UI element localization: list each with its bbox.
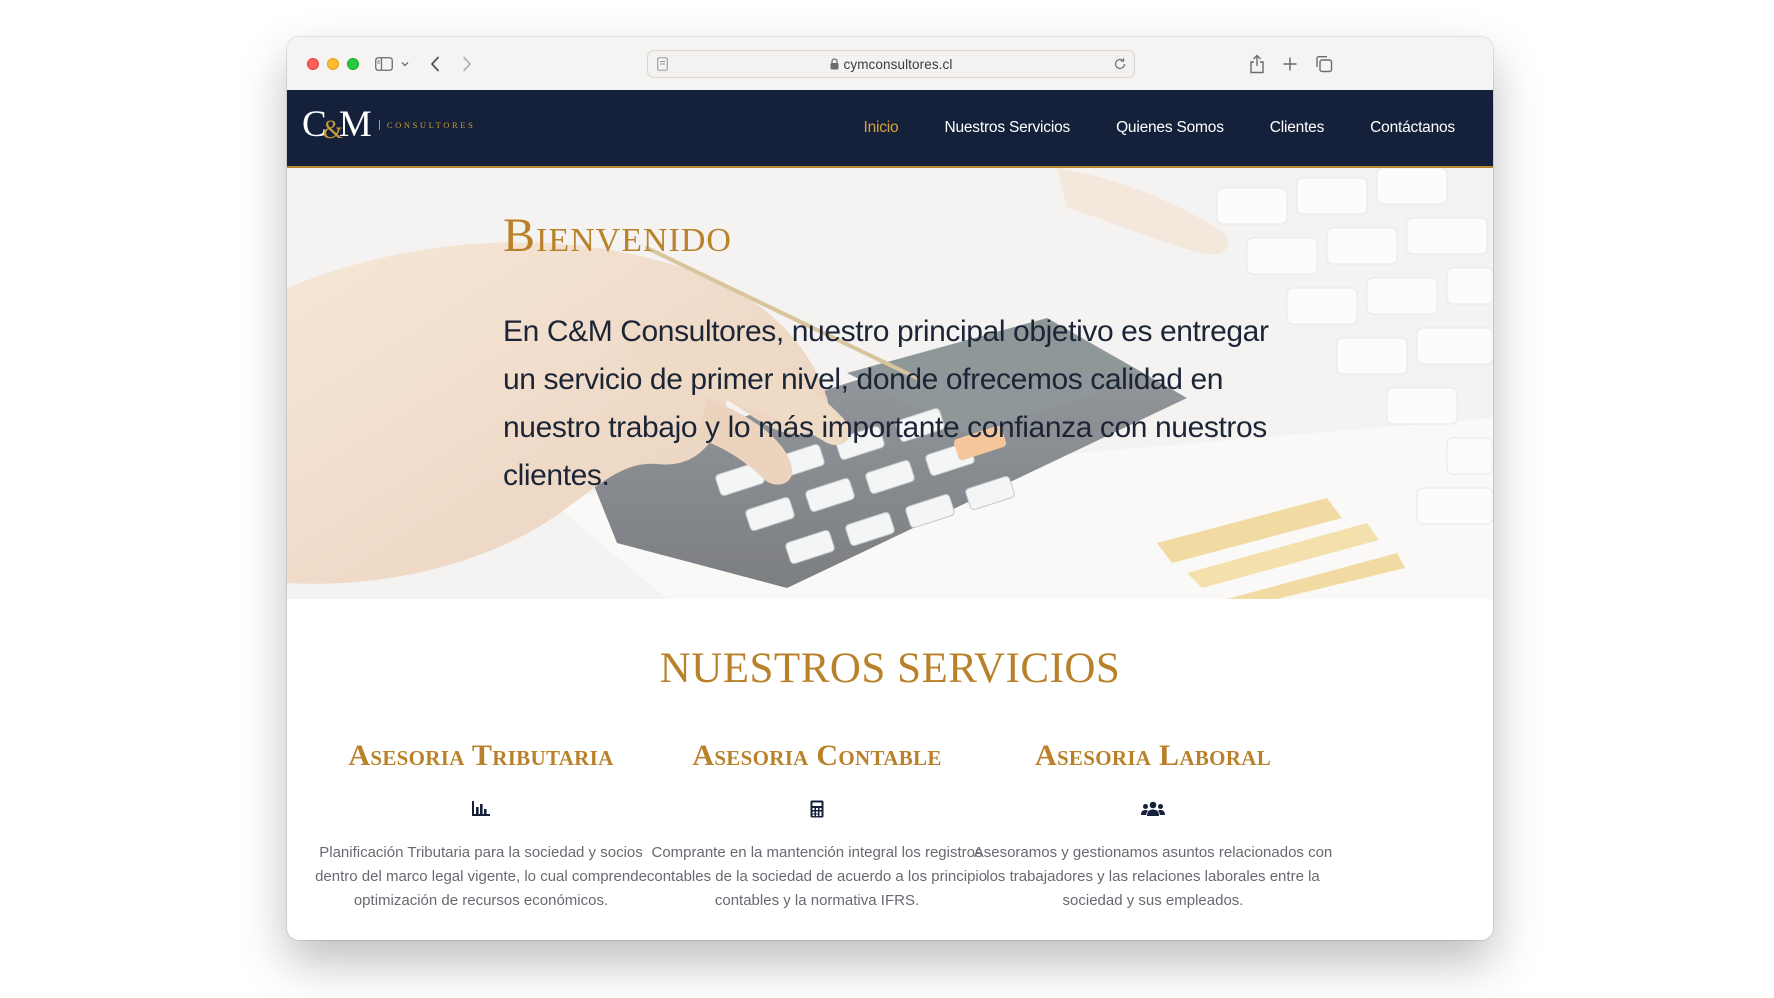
url-text: cymconsultores.cl xyxy=(843,57,953,72)
browser-window: cymconsultores.cl C&M CONSULTORES Inicio… xyxy=(287,37,1493,940)
logo-divider xyxy=(378,119,380,130)
logo-wordmark: C&M xyxy=(302,104,372,145)
services-heading: NUESTROS SERVICIOS xyxy=(659,645,1121,692)
sidebar-icon[interactable] xyxy=(373,52,395,76)
nav-quienes-somos[interactable]: Quienes Somos xyxy=(1093,119,1247,137)
service-description: Planificación Tributaria para la socieda… xyxy=(315,844,647,909)
site-header: C&M CONSULTORES Inicio Nuestros Servicio… xyxy=(287,90,1493,168)
site-logo[interactable]: C&M CONSULTORES xyxy=(302,106,475,143)
nav-clientes[interactable]: Clientes xyxy=(1247,119,1347,137)
service-card-laboral: Asesoria Laboral Asesoramos y gestionamo… xyxy=(962,739,1344,913)
tab-overview-icon[interactable] xyxy=(1313,52,1335,76)
share-icon[interactable] xyxy=(1246,52,1268,76)
service-description: Asesoramos y gestionamos asuntos relacio… xyxy=(973,844,1333,909)
hero-title: Bienvenido xyxy=(503,209,732,262)
reload-icon[interactable] xyxy=(1113,57,1127,76)
hero-section: Bienvenido En C&M Consultores, nuestro p… xyxy=(287,168,1493,599)
users-icon xyxy=(1141,797,1165,821)
bar-chart-icon xyxy=(469,797,493,821)
nav-nuestros-servicios[interactable]: Nuestros Servicios xyxy=(921,119,1093,137)
calculator-icon xyxy=(805,797,829,821)
back-icon[interactable] xyxy=(425,52,445,76)
new-tab-icon[interactable] xyxy=(1279,52,1301,76)
logo-tagline: CONSULTORES xyxy=(386,119,476,130)
close-window-button[interactable] xyxy=(307,58,319,70)
service-title: Asesoria Contable xyxy=(692,739,942,772)
nav-inicio[interactable]: Inicio xyxy=(840,119,921,137)
service-title: Asesoria Tributaria xyxy=(348,739,614,772)
lock-icon xyxy=(830,58,839,73)
service-description: Comprante en la mantención integral los … xyxy=(646,844,988,909)
address-bar[interactable]: cymconsultores.cl xyxy=(647,50,1135,78)
forward-icon[interactable] xyxy=(457,52,477,76)
hero-description: En C&M Consultores, nuestro principal ob… xyxy=(503,315,1269,492)
zoom-window-button[interactable] xyxy=(347,58,359,70)
chevron-down-icon[interactable] xyxy=(399,52,411,76)
service-card-tributaria: Asesoria Tributaria Planificación Tribut… xyxy=(290,739,672,913)
services-section: NUESTROS SERVICIOS Asesoria Tributaria P… xyxy=(287,599,1493,940)
browser-toolbar: cymconsultores.cl xyxy=(287,37,1493,91)
main-menu: Inicio Nuestros Servicios Quienes Somos … xyxy=(840,90,1493,166)
nav-contactanos[interactable]: Contáctanos xyxy=(1347,119,1493,137)
service-title: Asesoria Laboral xyxy=(1034,739,1272,772)
service-card-contable: Asesoria Contable Comprante en la manten… xyxy=(626,739,1008,913)
minimize-window-button[interactable] xyxy=(327,58,339,70)
